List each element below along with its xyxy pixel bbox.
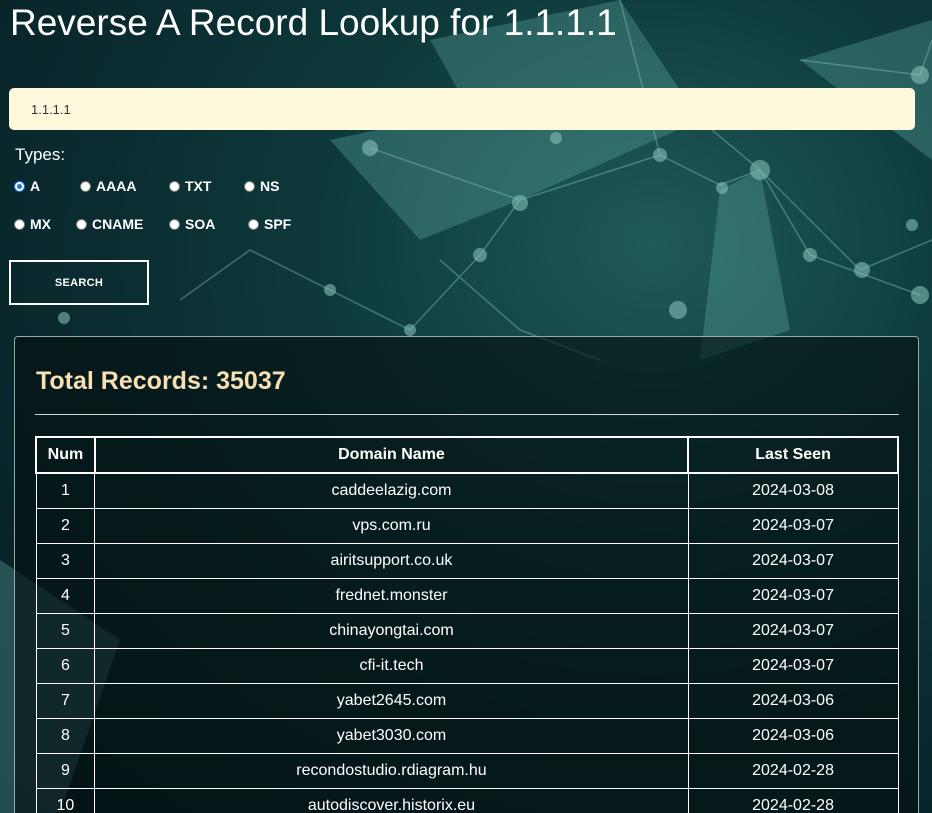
column-header-num: Num [35, 436, 96, 474]
type-radio-mx[interactable]: MX [14, 216, 51, 232]
type-option-label: MX [30, 216, 51, 232]
table-row: 6 cfi-it.tech 2024-03-07 [35, 648, 899, 684]
type-radio-txt[interactable]: TXT [169, 178, 211, 194]
radio-unchecked-icon[interactable] [244, 180, 255, 192]
row-domain: airitsupport.co.uk [94, 543, 689, 579]
type-option-label: A [30, 178, 41, 194]
table-row: 1 caddeelazig.com 2024-03-08 [35, 472, 899, 509]
row-num: 3 [35, 543, 96, 579]
radio-unchecked-icon[interactable] [76, 218, 87, 230]
type-option-label: SOA [185, 216, 216, 232]
row-domain: caddeelazig.com [94, 472, 689, 509]
column-header-domain: Domain Name [93, 436, 690, 474]
radio-unchecked-icon[interactable] [169, 218, 180, 230]
radio-unchecked-icon[interactable] [248, 218, 259, 230]
row-num: 5 [35, 613, 96, 649]
row-domain: yabet3030.com [94, 718, 689, 754]
table-row: 9 recondostudio.rdiagram.hu 2024-02-28 [35, 753, 899, 789]
row-last-seen: 2024-03-07 [687, 613, 899, 649]
table-row: 10 autodiscover.historix.eu 2024-02-28 [35, 788, 899, 813]
row-num: 2 [35, 508, 96, 544]
type-option-label: NS [260, 178, 280, 194]
row-domain: vps.com.ru [94, 508, 689, 544]
divider [35, 414, 899, 415]
type-option-label: TXT [185, 178, 212, 194]
row-last-seen: 2024-03-07 [687, 508, 899, 544]
type-radio-soa[interactable]: SOA [169, 216, 215, 232]
results-panel: Total Records: 35037 Num Domain Name Las… [14, 336, 919, 813]
row-num: 4 [35, 578, 96, 614]
search-button[interactable]: SEARCH [9, 260, 149, 305]
row-domain: recondostudio.rdiagram.hu [94, 753, 689, 789]
ip-search-input[interactable] [9, 88, 915, 130]
table-row: 5 chinayongtai.com 2024-03-07 [35, 613, 899, 649]
type-radio-a[interactable]: A [14, 178, 40, 194]
row-num: 10 [35, 788, 96, 813]
records-table: Num Domain Name Last Seen 1 caddeelazig.… [35, 436, 899, 813]
row-domain: frednet.monster [94, 578, 689, 614]
type-radio-spf[interactable]: SPF [248, 216, 291, 232]
type-option-label: SPF [264, 216, 292, 232]
row-last-seen: 2024-03-06 [687, 683, 899, 719]
row-last-seen: 2024-03-08 [687, 472, 899, 509]
row-num: 7 [35, 683, 96, 719]
radio-unchecked-icon[interactable] [169, 180, 180, 192]
row-last-seen: 2024-03-07 [687, 578, 899, 614]
row-domain: yabet2645.com [94, 683, 689, 719]
type-option-label: CNAME [92, 216, 144, 232]
type-radio-ns[interactable]: NS [244, 178, 279, 194]
column-header-last-seen: Last Seen [687, 436, 899, 474]
table-row: 7 yabet2645.com 2024-03-06 [35, 683, 899, 719]
row-last-seen: 2024-02-28 [687, 753, 899, 789]
type-radio-cname[interactable]: CNAME [76, 216, 143, 232]
radio-unchecked-icon[interactable] [14, 218, 25, 230]
table-row: 3 airitsupport.co.uk 2024-03-07 [35, 543, 899, 579]
table-header-row: Num Domain Name Last Seen [35, 436, 899, 474]
table-row: 2 vps.com.ru 2024-03-07 [35, 508, 899, 544]
row-last-seen: 2024-03-07 [687, 543, 899, 579]
row-last-seen: 2024-03-07 [687, 648, 899, 684]
page-title: Reverse A Record Lookup for 1.1.1.1 [10, 2, 617, 43]
type-option-label: AAAA [96, 178, 137, 194]
type-radio-aaaa[interactable]: AAAA [80, 178, 136, 194]
row-last-seen: 2024-03-06 [687, 718, 899, 754]
row-domain: cfi-it.tech [94, 648, 689, 684]
row-num: 9 [35, 753, 96, 789]
table-row: 4 frednet.monster 2024-03-07 [35, 578, 899, 614]
row-domain: autodiscover.historix.eu [94, 788, 689, 813]
types-label: Types: [15, 145, 66, 164]
row-num: 8 [35, 718, 96, 754]
row-last-seen: 2024-02-28 [687, 788, 899, 813]
radio-unchecked-icon[interactable] [80, 180, 91, 192]
row-num: 6 [35, 648, 96, 684]
row-domain: chinayongtai.com [94, 613, 689, 649]
table-row: 8 yabet3030.com 2024-03-06 [35, 718, 899, 754]
radio-checked-icon[interactable] [14, 180, 25, 192]
row-num: 1 [35, 472, 96, 509]
total-records: Total Records: 35037 [36, 367, 286, 395]
